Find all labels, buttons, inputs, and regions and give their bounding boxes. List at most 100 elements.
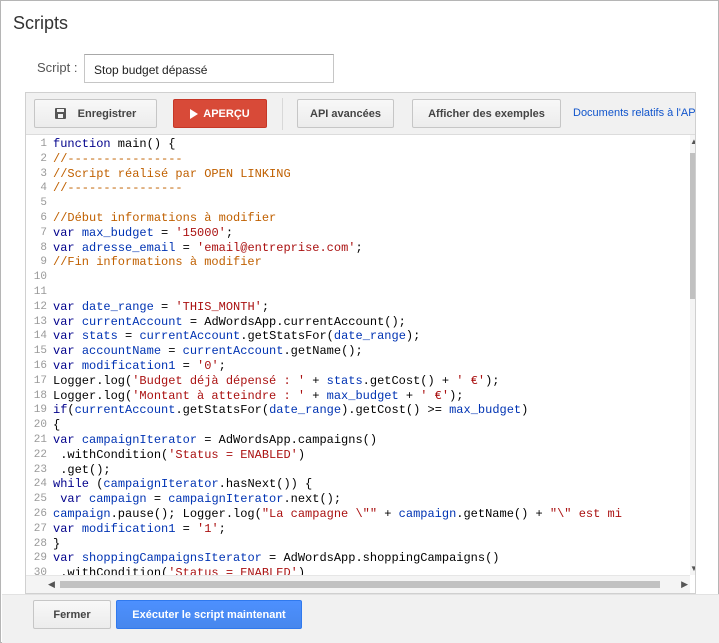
code-line[interactable]: 1 function main() { <box>26 137 690 152</box>
code-token: 'Budget déjà dépensé : ' <box>132 373 306 388</box>
vertical-scrollbar[interactable]: ▲ ▼ <box>690 135 695 575</box>
code-token: 'email@entreprise.com' <box>197 240 356 255</box>
code-line[interactable]: 14 var stats = currentAccount.getStatsFor… <box>26 329 690 344</box>
dialog-title: Scripts <box>13 13 69 33</box>
code-line[interactable]: 25 var campaign = campaignIterator.next(… <box>26 492 690 507</box>
code-line[interactable]: 3 //Script réalisé par OPEN LINKING <box>26 167 690 182</box>
code-line[interactable]: 7 var max_budget = '15000'; <box>26 226 690 241</box>
line-content: if(currentAccount.getStatsFor(date_range… <box>53 403 528 418</box>
code-token: = <box>161 344 183 359</box>
code-token: var <box>53 358 75 373</box>
line-content: //Fin informations à modifier <box>53 255 262 270</box>
code-token: = <box>175 358 198 373</box>
horizontal-scrollbar[interactable]: ◀ ▶ <box>26 575 690 593</box>
code-line[interactable]: 8 var adresse_email = 'email@entreprise.c… <box>26 241 690 256</box>
code-token: + <box>305 373 327 388</box>
code-token: 'Status = ENABLED' <box>168 447 298 462</box>
scroll-down-arrow-icon[interactable]: ▼ <box>690 564 695 573</box>
code-line[interactable]: 19 if(currentAccount.getStatsFor(date_ran… <box>26 403 690 418</box>
line-content: function main() { <box>53 137 175 152</box>
code-line[interactable]: 6 //Début informations à modifier <box>26 211 690 226</box>
code-line[interactable]: 30 .withCondition('Status = ENABLED') <box>26 566 690 575</box>
code-token: if <box>53 403 68 418</box>
code-token: var <box>53 299 75 314</box>
code-token: ( <box>89 477 104 492</box>
code-line[interactable]: 23 .get(); <box>26 463 690 478</box>
scroll-up-arrow-icon[interactable]: ▲ <box>690 137 695 146</box>
scroll-left-arrow-icon[interactable]: ◀ <box>48 579 55 590</box>
code-line[interactable]: 13 var currentAccount = AdWordsApp.curren… <box>26 315 690 330</box>
run-script-button[interactable]: Exécuter le script maintenant <box>116 600 302 629</box>
line-number: 29 <box>33 552 47 565</box>
code-line[interactable]: 18 Logger.log('Montant à atteindre : ' + … <box>26 389 690 404</box>
code-line[interactable]: 22 .withCondition('Status = ENABLED') <box>26 448 690 463</box>
code-token: //---------------- <box>53 151 183 166</box>
code-token: Logger.log( <box>53 388 133 403</box>
code-line[interactable]: 21 var campaignIterator = AdWordsApp.camp… <box>26 433 690 448</box>
code-token: var <box>53 225 75 240</box>
code-line[interactable]: 10 <box>26 270 690 285</box>
preview-button-label: APERÇU <box>203 107 250 120</box>
code-token: .getCost() + <box>362 373 457 388</box>
code-line[interactable]: 24 while (campaignIterator.hasNext()) { <box>26 477 690 492</box>
code-token: = AdWordsApp.currentAccount(); <box>182 314 406 329</box>
code-line[interactable]: 17 Logger.log('Budget déjà dépensé : ' + … <box>26 374 690 389</box>
code-token: } <box>53 536 61 551</box>
code-line[interactable]: 12 var date_range = 'THIS_MONTH'; <box>26 300 690 315</box>
api-docs-link[interactable]: Documents relatifs à l'API <box>573 107 695 119</box>
line-number: 11 <box>33 285 47 298</box>
code-token: = <box>153 299 176 314</box>
code-token: "\" est mi <box>549 506 622 521</box>
line-number: 5 <box>40 197 47 210</box>
close-button[interactable]: Fermer <box>33 600 111 629</box>
scroll-right-arrow-icon[interactable]: ▶ <box>681 579 688 590</box>
line-content: var adresse_email = 'email@entreprise.co… <box>53 241 363 256</box>
code-token: .pause(); Logger.log( <box>110 506 262 521</box>
line-number: 16 <box>33 359 47 372</box>
code-line[interactable]: 2 //---------------- <box>26 152 690 167</box>
show-examples-button[interactable]: Afficher des exemples <box>412 99 561 128</box>
code-token: modification1 <box>81 358 176 373</box>
code-token: '1' <box>197 521 219 536</box>
code-line[interactable]: 9 //Fin informations à modifier <box>26 255 690 270</box>
line-number: 10 <box>33 271 47 284</box>
code-line[interactable]: 27 var modification1 = '1'; <box>26 522 690 537</box>
line-content: //Script réalisé par OPEN LINKING <box>53 167 291 182</box>
code-token: var <box>53 551 75 566</box>
code-line[interactable]: 26 campaign.pause(); Logger.log("La campa… <box>26 507 690 522</box>
code-token: = AdWordsApp.shoppingCampaigns() <box>261 551 500 566</box>
code-line[interactable]: 20 { <box>26 418 690 433</box>
code-editor-area[interactable]: 1 function main() {2 //---------------- 3 //… <box>26 135 690 575</box>
line-content: //---------------- <box>53 152 183 167</box>
code-token: ) <box>297 566 306 575</box>
line-number: 22 <box>33 448 47 461</box>
line-content: campaign.pause(); Logger.log("La campagn… <box>53 507 622 522</box>
horizontal-scroll-thumb[interactable] <box>60 581 660 588</box>
code-line[interactable]: 5 <box>26 196 690 211</box>
line-number: 25 <box>33 493 47 506</box>
code-token: ' €' <box>420 388 450 403</box>
advanced-api-button[interactable]: API avancées <box>297 99 394 128</box>
line-number: 7 <box>40 226 47 239</box>
preview-button[interactable]: APERÇU <box>173 99 267 128</box>
code-line[interactable]: 11 <box>26 285 690 300</box>
code-line[interactable]: 28} <box>26 537 690 552</box>
script-name-input[interactable]: Stop budget dépassé <box>84 54 334 83</box>
code-line[interactable]: 4 //---------------- <box>26 181 690 196</box>
code-token: ; <box>218 358 226 373</box>
code-line[interactable]: 29 var shoppingCampaignsIterator = AdWord… <box>26 551 690 566</box>
save-button[interactable]: Enregistrer <box>34 99 157 128</box>
vertical-scroll-thumb[interactable] <box>690 153 695 299</box>
code-token: campaign <box>89 492 147 507</box>
code-token: .getStatsFor( <box>240 329 334 344</box>
code-line[interactable]: 16 var modification1 = '0'; <box>26 359 690 374</box>
dialog-footer: Fermer Exécuter le script maintenant <box>2 594 719 643</box>
code-token: + <box>398 388 421 403</box>
code-token: 'Montant à atteindre : ' <box>132 388 306 403</box>
code-line[interactable]: 15 var accountName = currentAccount.getNa… <box>26 344 690 359</box>
